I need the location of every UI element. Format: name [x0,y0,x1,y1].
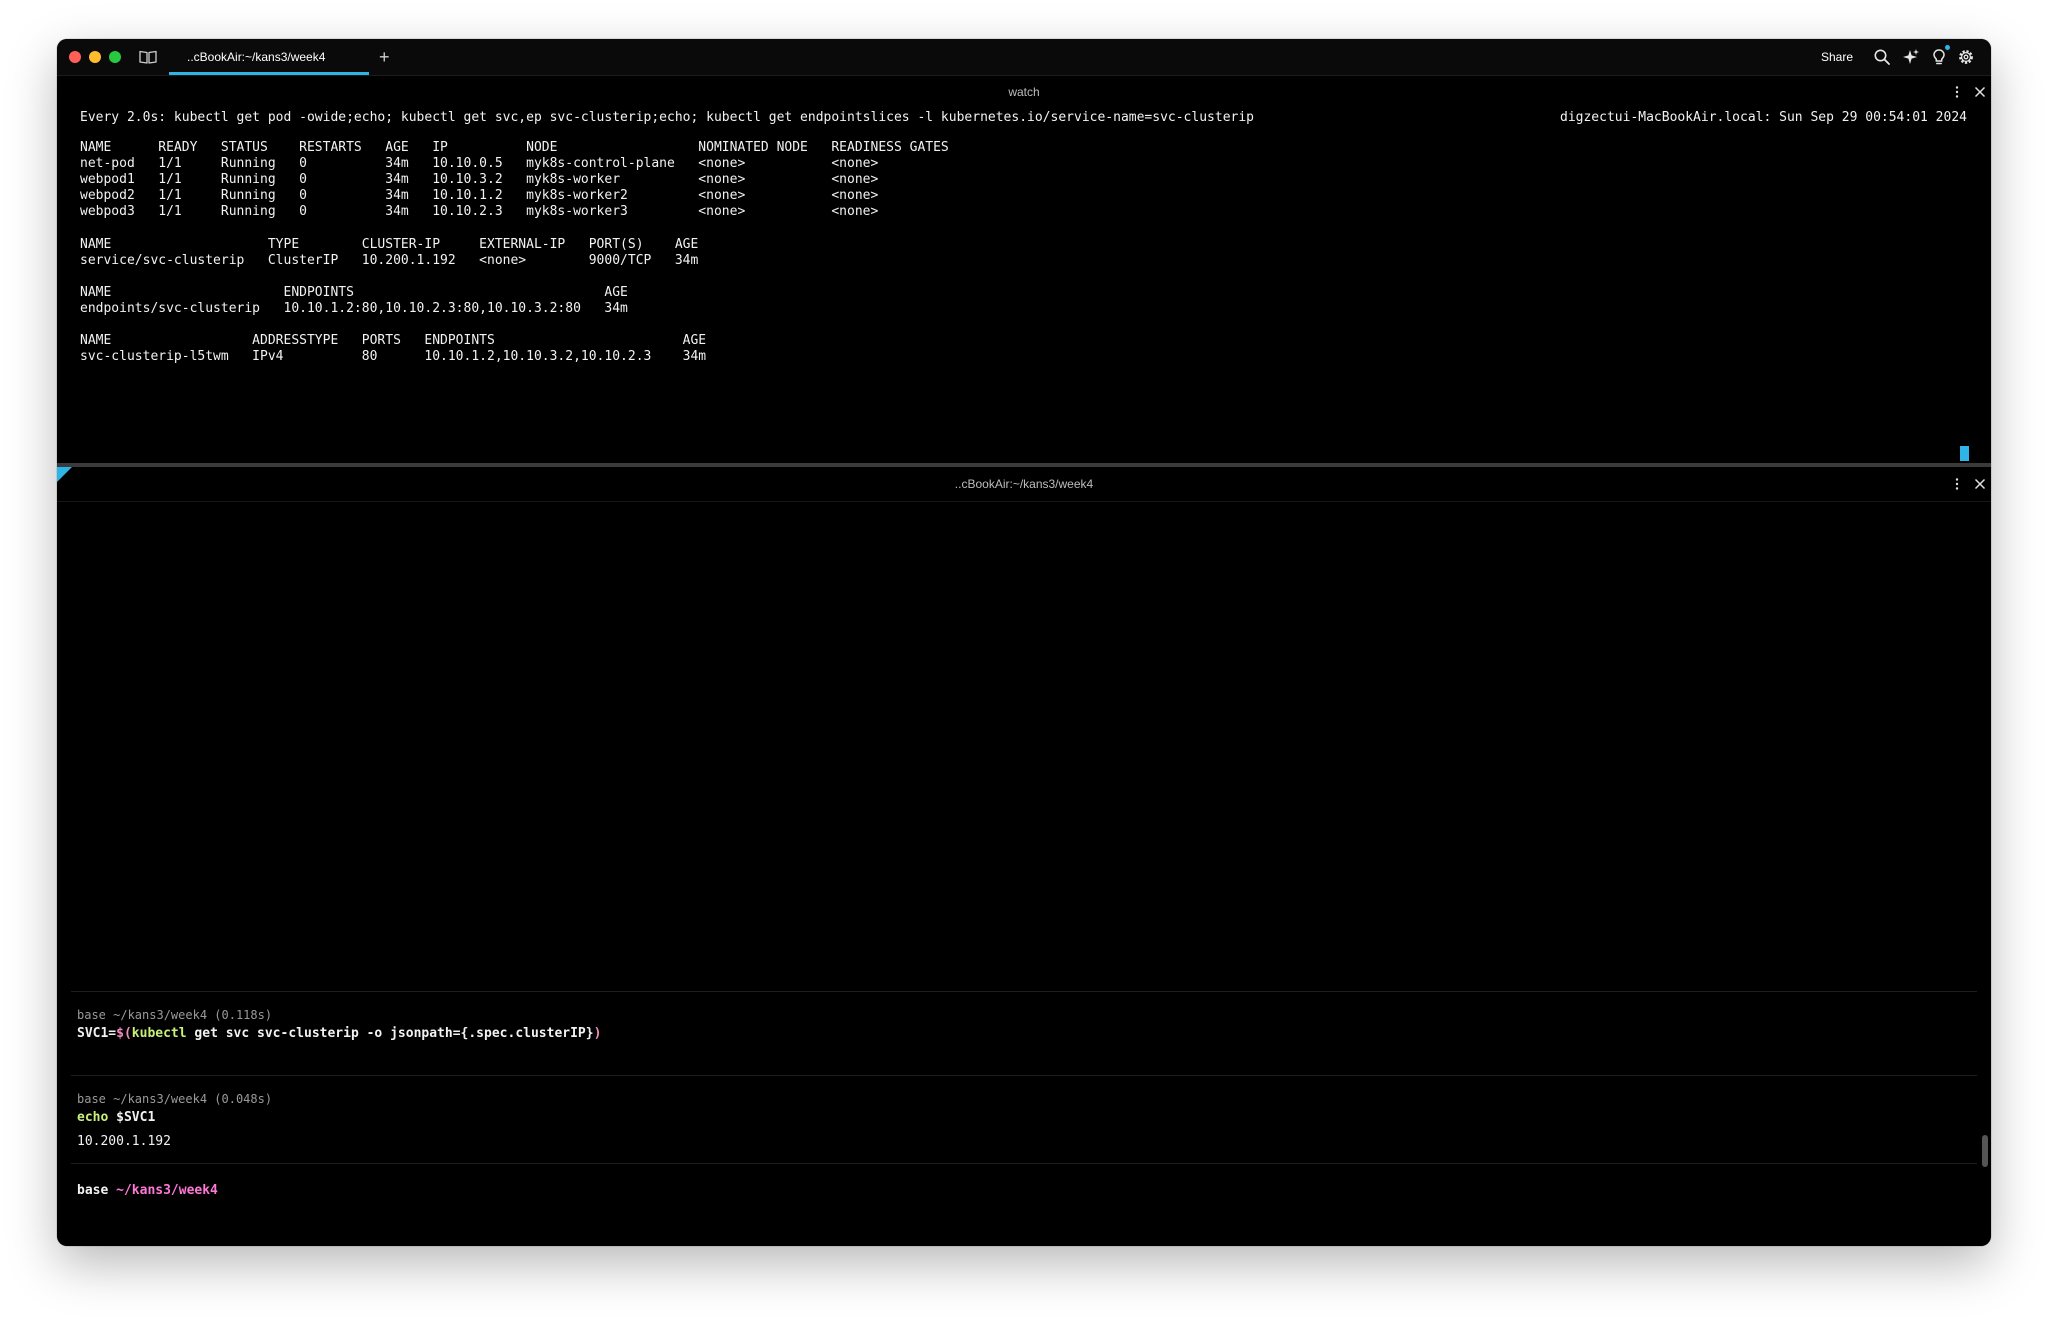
block-separator [71,1075,1977,1076]
prompt-path: ~/kans3/week4 [116,1183,218,1198]
tab-title: ..cBookAir:~/kans3/week4 [187,50,326,64]
block-separator [71,1163,1977,1164]
watch-host-timestamp: digzectui-MacBookAir.local: Sun Sep 29 0… [1560,110,1967,125]
close-pane-icon[interactable] [1973,477,1987,491]
watch-command: Every 2.0s: kubectl get pod -owide;echo;… [80,110,1254,125]
title-bar: ..cBookAir:~/kans3/week4 + Share [57,39,1991,76]
command-keyword: echo [77,1110,109,1125]
search-icon[interactable] [1873,48,1891,66]
top-pane-header: watch [57,75,1991,109]
minimize-window-button[interactable] [89,51,101,63]
sparkles-icon[interactable] [1902,48,1920,66]
block-meta: base ~/kans3/week4 (0.048s) [77,1092,273,1106]
tab-active[interactable]: ..cBookAir:~/kans3/week4 [169,39,369,75]
terminal-cursor [1960,446,1969,461]
gear-icon[interactable] [1957,48,1975,66]
command-args: $SVC1 [108,1110,156,1125]
share-button[interactable]: Share [1821,39,1853,75]
command-block[interactable]: SVC1=$(kubectl get svc svc-clusterip -o … [77,1025,601,1043]
command-subshell-close: ) [593,1026,602,1041]
command-args: get svc svc-clusterip -o jsonpath={.spec… [186,1026,594,1041]
book-icon[interactable] [139,49,157,65]
lightbulb-icon[interactable] [1930,48,1948,66]
command-subshell-open: $( [116,1026,132,1041]
block-separator [71,991,1977,992]
bottom-pane-header: ..cBookAir:~/kans3/week4 [57,467,1991,502]
new-tab-button[interactable]: + [379,45,390,69]
command-var: SVC1= [77,1026,117,1041]
bottom-pane-title: ..cBookAir:~/kans3/week4 [954,477,1094,491]
prompt-env: base [77,1183,109,1198]
watch-output: NAME READY STATUS RESTARTS AGE IP NODE N… [80,140,949,365]
command-keyword: kubectl [131,1026,187,1041]
more-options-icon[interactable] [1950,85,1964,99]
block-meta: base ~/kans3/week4 (0.118s) [77,1008,273,1022]
close-pane-icon[interactable] [1973,85,1987,99]
more-options-icon[interactable] [1950,477,1964,491]
command-block[interactable]: echo $SVC1 [77,1109,155,1127]
zoom-window-button[interactable] [109,51,121,63]
input-prompt[interactable]: base ~/kans3/week4 [77,1182,218,1200]
notification-dot [1945,45,1950,50]
top-pane-title: watch [1008,85,1040,99]
scrollbar-thumb[interactable] [1982,1135,1988,1167]
terminal-window: ..cBookAir:~/kans3/week4 + Share watch E… [57,39,1991,1246]
close-window-button[interactable] [69,51,81,63]
command-output: 10.200.1.192 [77,1134,171,1149]
